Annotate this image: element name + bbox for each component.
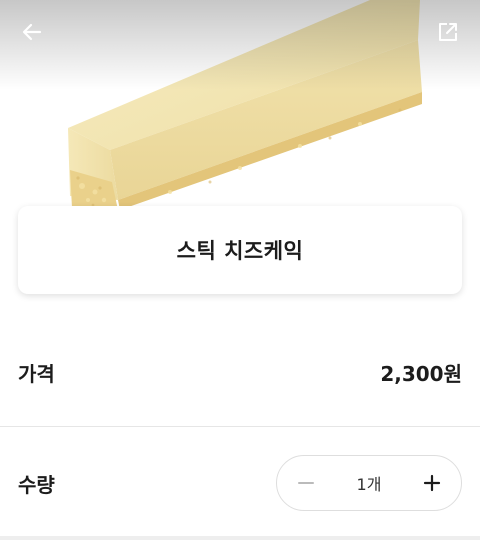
quantity-value: 1개: [356, 475, 382, 494]
price-value: 2,300원: [380, 361, 462, 386]
share-external-icon: [439, 23, 457, 41]
plus-icon: [423, 474, 441, 492]
increase-quantity-button[interactable]: [415, 466, 449, 500]
section-divider: [0, 536, 480, 540]
share-button[interactable]: [430, 14, 466, 50]
quantity-label: 수량: [18, 472, 55, 497]
price-label: 가격: [18, 361, 55, 386]
arrow-left-icon: [22, 23, 42, 41]
product-title-card: 스틱 치즈케익: [18, 206, 462, 294]
cheesecake-image: [68, 0, 422, 210]
back-button[interactable]: [14, 14, 50, 50]
quantity-stepper: 1개: [276, 455, 462, 511]
minus-icon: [298, 482, 314, 484]
price-row: 가격 2,300원: [0, 346, 480, 398]
quantity-row: 수량 1개: [0, 452, 480, 514]
decrease-quantity-button[interactable]: [289, 466, 323, 500]
product-name: 스틱 치즈케익: [176, 239, 304, 263]
divider: [0, 426, 480, 427]
product-image: [0, 0, 480, 210]
